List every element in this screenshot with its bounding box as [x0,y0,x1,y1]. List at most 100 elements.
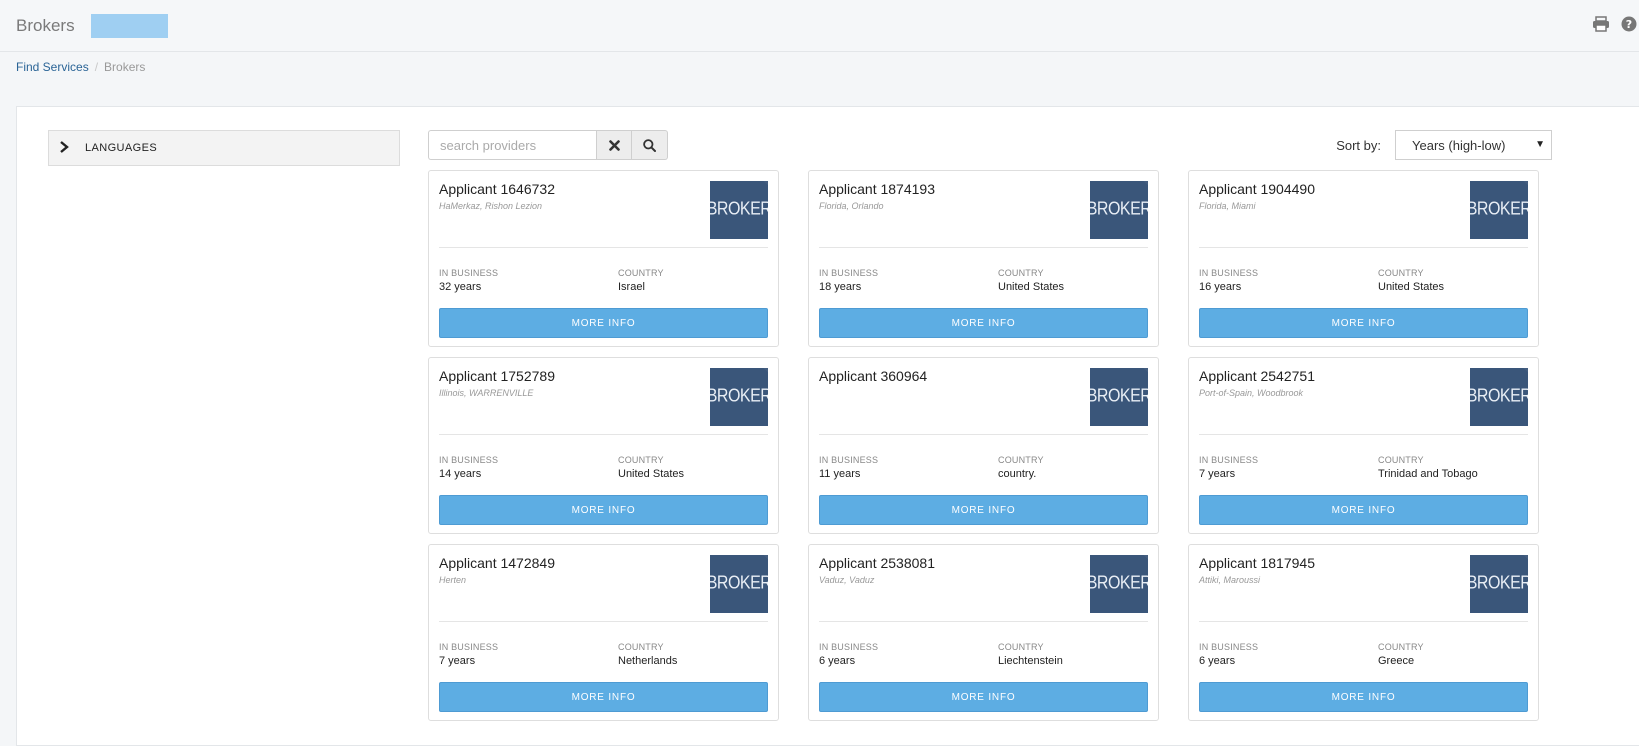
broker-logo[interactable]: BROKER [1090,368,1148,426]
broker-name[interactable]: Applicant 1904490 [1199,181,1315,197]
main-panel: LANGUAGES Sort by: Years (high-low) ▼ Ap… [16,106,1639,746]
in-business-stat: IN BUSINESS 32 years [439,268,498,293]
more-info-button[interactable]: MORE INFO [1199,308,1528,338]
broker-name[interactable]: Applicant 1752789 [439,368,555,384]
broker-logo[interactable]: BROKER [710,181,768,239]
sort-select[interactable]: Years (high-low) ▼ [1395,130,1552,160]
card-divider [439,434,768,435]
in-business-stat: IN BUSINESS 16 years [1199,268,1258,293]
breadcrumb: Find Services / Brokers [0,52,1639,82]
broker-location: Florida, Orlando [819,201,884,211]
broker-logo[interactable]: BROKER [1470,368,1528,426]
sort-selected-value: Years (high-low) [1412,137,1506,153]
in-business-stat: IN BUSINESS 18 years [819,268,878,293]
languages-filter[interactable]: LANGUAGES [48,130,400,166]
in-business-value: 6 years [819,655,856,667]
more-info-button[interactable]: MORE INFO [819,495,1148,525]
breadcrumb-separator: / [94,60,99,74]
country-stat: COUNTRY Trinidad and Tobago [1378,455,1478,480]
in-business-stat: IN BUSINESS 6 years [1199,642,1258,667]
broker-name[interactable]: Applicant 2542751 [1199,368,1315,384]
broker-card: Applicant 2538081 Vaduz, Vaduz BROKER IN… [808,544,1159,721]
languages-filter-label: LANGUAGES [85,142,158,154]
more-info-button[interactable]: MORE INFO [439,495,768,525]
in-business-stat: IN BUSINESS 14 years [439,455,498,480]
title-badge [90,13,168,38]
broker-name[interactable]: Applicant 1472849 [439,555,555,571]
broker-logo-text: BROKER [1470,573,1528,594]
broker-name[interactable]: Applicant 1874193 [819,181,935,197]
broker-card: Applicant 2542751 Port-of-Spain, Woodbro… [1188,357,1539,534]
more-info-button[interactable]: MORE INFO [819,682,1148,712]
country-value: United States [998,281,1065,293]
broker-location: Vaduz, Vaduz [819,575,875,585]
broker-logo-text: BROKER [710,573,768,594]
print-icon[interactable] [1591,14,1611,34]
in-business-stat: IN BUSINESS 7 years [1199,455,1258,480]
broker-logo[interactable]: BROKER [710,368,768,426]
search-group [428,130,668,160]
in-business-label: IN BUSINESS [819,455,879,465]
broker-logo[interactable]: BROKER [1090,555,1148,613]
in-business-value: 32 years [439,281,482,293]
in-business-stat: IN BUSINESS 7 years [439,642,498,667]
in-business-stat: IN BUSINESS 6 years [819,642,878,667]
broker-card: Applicant 1752789 Illinois, WARRENVILLE … [428,357,779,534]
country-label: COUNTRY [618,642,664,652]
broker-logo-text: BROKER [1090,199,1148,220]
help-icon[interactable]: ? [1619,14,1639,34]
broker-logo-text: BROKER [1090,573,1148,594]
country-label: COUNTRY [618,268,664,278]
breadcrumb-find-services[interactable]: Find Services [16,60,89,74]
more-info-button[interactable]: MORE INFO [1199,682,1528,712]
top-icons: ? [1591,14,1639,34]
more-info-button[interactable]: MORE INFO [1199,495,1528,525]
broker-name[interactable]: Applicant 360964 [819,368,927,384]
country-value: Trinidad and Tobago [1378,468,1478,480]
country-value: Netherlands [618,655,678,667]
country-value: Greece [1378,655,1415,667]
search-input[interactable] [428,130,596,160]
in-business-label: IN BUSINESS [1199,642,1259,652]
broker-location: Attiki, Maroussi [1199,575,1261,585]
in-business-value: 16 years [1199,281,1242,293]
broker-card: Applicant 1472849 Herten BROKER IN BUSIN… [428,544,779,721]
broker-logo-text: BROKER [710,199,768,220]
country-label: COUNTRY [1378,455,1424,465]
more-info-button[interactable]: MORE INFO [439,308,768,338]
country-value: Israel [618,281,645,293]
broker-location: Florida, Miami [1199,201,1256,211]
country-stat: COUNTRY United States [618,455,684,480]
broker-logo[interactable]: BROKER [1470,181,1528,239]
more-info-button[interactable]: MORE INFO [439,682,768,712]
country-label: COUNTRY [618,455,664,465]
search-button[interactable] [632,130,668,160]
clear-icon [608,139,620,151]
more-info-button[interactable]: MORE INFO [819,308,1148,338]
broker-name[interactable]: Applicant 2538081 [819,555,935,571]
broker-logo[interactable]: BROKER [1470,555,1528,613]
card-divider [819,434,1148,435]
broker-name[interactable]: Applicant 1817945 [1199,555,1315,571]
in-business-label: IN BUSINESS [439,455,499,465]
card-divider [1199,247,1528,248]
broker-card: Applicant 1874193 Florida, Orlando BROKE… [808,170,1159,347]
country-stat: COUNTRY United States [1378,268,1444,293]
search-icon [643,138,656,152]
broker-name[interactable]: Applicant 1646732 [439,181,555,197]
country-stat: COUNTRY Liechtenstein [998,642,1063,667]
caret-down-icon: ▼ [1535,139,1545,150]
broker-logo[interactable]: BROKER [1090,181,1148,239]
top-bar: Brokers ? [0,0,1639,52]
card-divider [1199,434,1528,435]
country-label: COUNTRY [998,268,1044,278]
card-divider [819,621,1148,622]
clear-search-button[interactable] [596,130,632,160]
in-business-label: IN BUSINESS [439,268,499,278]
country-stat: COUNTRY Israel [618,268,664,293]
broker-logo[interactable]: BROKER [710,555,768,613]
broker-card: Applicant 1646732 HaMerkaz, Rishon Lezio… [428,170,779,347]
broker-logo-text: BROKER [1470,199,1528,220]
broker-logo-text: BROKER [1470,386,1528,407]
country-stat: COUNTRY Netherlands [618,642,677,667]
